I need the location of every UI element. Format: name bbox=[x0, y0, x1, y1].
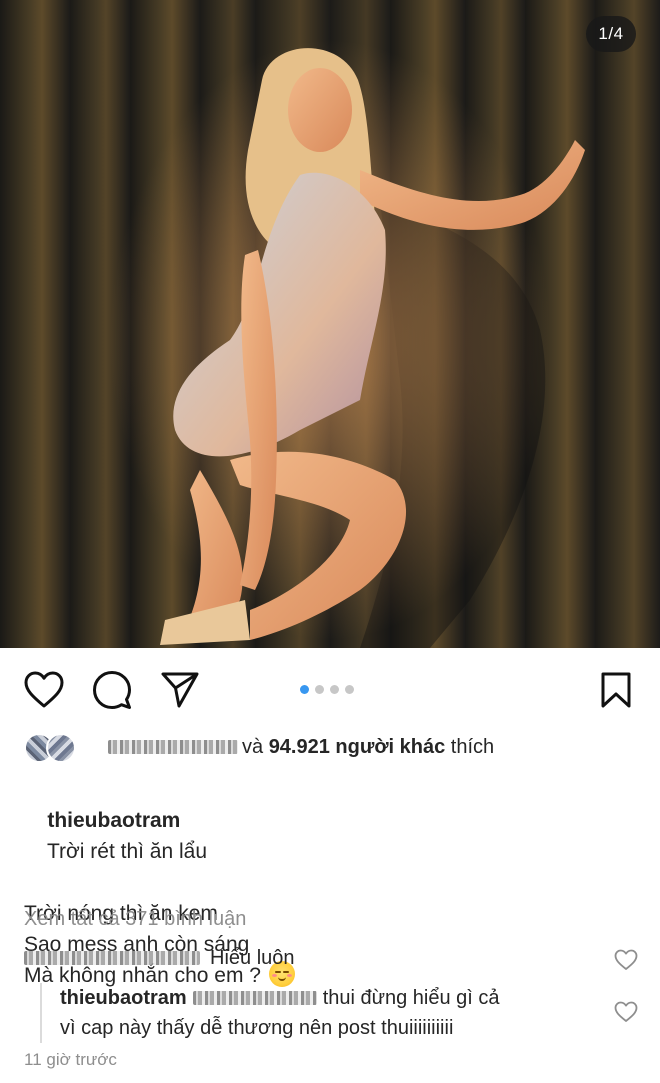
likes-count[interactable]: 94.921 người khác bbox=[269, 736, 446, 759]
like-button[interactable] bbox=[22, 670, 66, 710]
comment-button[interactable] bbox=[90, 670, 134, 710]
comment-like-heart-icon[interactable] bbox=[614, 949, 638, 971]
reply-username[interactable]: thieubaotram bbox=[60, 987, 187, 1009]
comment-username-redacted[interactable] bbox=[24, 951, 200, 965]
carousel-dot bbox=[330, 685, 339, 694]
reply-text-line-1: thui đừng hiểu gì cả bbox=[322, 987, 500, 1009]
view-all-comments-link[interactable]: Xem tất cả 371 bình luận bbox=[24, 904, 246, 934]
post-photo[interactable]: 1/4 bbox=[0, 0, 660, 648]
comment-item: Hiểu luôn bbox=[24, 943, 295, 973]
heart-outline-icon bbox=[24, 671, 64, 708]
caption-username[interactable]: thieubaotram bbox=[47, 809, 180, 832]
curtain-backdrop bbox=[0, 0, 660, 648]
likes-prefix: và bbox=[242, 735, 269, 758]
image-counter-badge: 1/4 bbox=[586, 16, 636, 52]
liker-username-redacted[interactable] bbox=[108, 740, 238, 754]
share-button[interactable] bbox=[158, 670, 202, 710]
comment-bubble-icon bbox=[93, 671, 131, 709]
carousel-dot bbox=[315, 685, 324, 694]
liker-avatars bbox=[24, 731, 96, 763]
carousel-dot-active bbox=[300, 685, 309, 694]
likes-suffix: thích bbox=[445, 735, 495, 758]
likes-summary[interactable]: và 94.921 người khác thích bbox=[24, 730, 494, 764]
reply-like-heart-icon[interactable] bbox=[614, 1001, 638, 1023]
caption-line-1: Trời rét thì ăn lẩu bbox=[46, 840, 208, 863]
reply-text-line-2: vì cap này thấy dễ thương nên post thuii… bbox=[60, 1017, 454, 1039]
paper-plane-icon bbox=[161, 672, 199, 708]
post-timestamp: 11 giờ trước bbox=[24, 1050, 117, 1069]
post-action-bar bbox=[0, 648, 660, 730]
carousel-dot bbox=[345, 685, 354, 694]
avatar bbox=[46, 733, 76, 763]
reply-mention-redacted[interactable] bbox=[192, 991, 317, 1005]
save-button[interactable] bbox=[594, 670, 638, 710]
carousel-indicator bbox=[300, 685, 354, 694]
reply-item: thieubaotram thui đừng hiểu gì cả vì cap … bbox=[60, 983, 620, 1043]
comment-reply-thread: thieubaotram thui đừng hiểu gì cả vì cap … bbox=[40, 983, 620, 1043]
comment-text: Hiểu luôn bbox=[210, 947, 295, 969]
bookmark-icon bbox=[601, 672, 631, 708]
